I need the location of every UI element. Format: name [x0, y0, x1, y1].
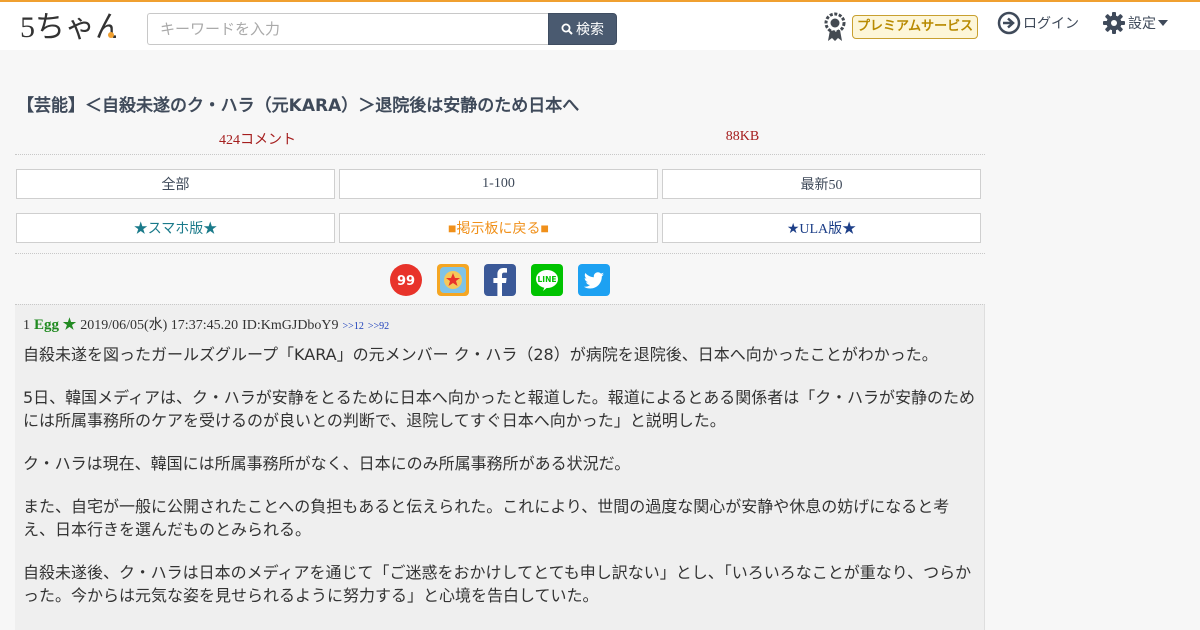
twitter-icon[interactable]: [578, 264, 610, 296]
ichigo-icon[interactable]: 99: [390, 264, 422, 296]
social-share-bar: 99 LINE: [15, 264, 985, 296]
divider: [15, 253, 985, 254]
poster-name[interactable]: Egg ★: [34, 315, 76, 334]
svg-text:99: 99: [397, 274, 415, 289]
post-header: 1 Egg ★ 2019/06/05(水) 17:37:45.20 ID:KmG…: [23, 314, 976, 334]
search-button-label: 検索: [576, 22, 604, 38]
settings-menu[interactable]: 設定: [1102, 11, 1168, 35]
post-paragraph: 5日、韓国メディアは、ク・ハラが安静をとるために日本へ向かったと報道した。報道に…: [23, 388, 975, 430]
show-all-button[interactable]: 全部: [16, 169, 335, 199]
reply-link-12[interactable]: >>12: [343, 321, 364, 332]
nav-row-2: ★スマホ版★ ■掲示板に戻る■ ★ULA版★: [16, 213, 985, 243]
premium-button-label: プレミアムサービス: [852, 15, 979, 39]
post-number: 1: [23, 318, 30, 333]
settings-label: 設定: [1128, 16, 1156, 32]
divider: [15, 154, 985, 155]
premium-service[interactable]: プレミアムサービス: [822, 12, 979, 42]
line-glyph: LINE: [536, 270, 558, 291]
login-button[interactable]: ログイン: [997, 11, 1079, 35]
thread-content: 【芸能】＜自殺未遂のク・ハラ（元KARA）＞退院後は安静のため日本へ 424コメ…: [15, 80, 985, 630]
login-label: ログイン: [1023, 16, 1079, 32]
search-input[interactable]: [147, 13, 549, 45]
smartphone-version-button[interactable]: ★スマホ版★: [16, 213, 335, 243]
reply-link-92[interactable]: >>92: [368, 321, 389, 332]
facebook-glyph: [493, 268, 507, 296]
search-button[interactable]: 検索: [548, 13, 617, 45]
post-datetime: 2019/06/05(水) 17:37:45.20: [80, 318, 239, 333]
poster-id[interactable]: ID:KmGJDboY9: [242, 318, 338, 334]
logo-text: 5ちゃんねる: [20, 11, 116, 42]
post-paragraph: 自殺未遂を図ったガールズグループ「KARA」の元メンバー ク・ハラ（28）が病院…: [23, 345, 938, 364]
top-bar: 5ちゃんねる 検索 プレミアムサービス ログイン: [0, 0, 1200, 50]
bookmark-icon[interactable]: [437, 264, 469, 296]
svg-text:LINE: LINE: [538, 275, 557, 284]
login-icon: [997, 11, 1021, 35]
post-paragraph: ク・ハラは現在、韓国には所属事務所がなく、日本にのみ所属事務所がある状況だ。: [23, 454, 631, 473]
ichigo-glyph: 99: [397, 274, 415, 289]
post-1: 1 Egg ★ 2019/06/05(水) 17:37:45.20 ID:KmG…: [15, 304, 985, 630]
post-paragraph: また、自宅が一般に公開されたことへの負担もあると伝えられた。これにより、世間の過…: [23, 497, 950, 539]
facebook-icon[interactable]: [484, 264, 516, 296]
post-paragraph: 自殺未遂後、ク・ハラは日本のメディアを通じて「ご迷惑をおかけしてとても申し訳ない…: [23, 563, 972, 605]
nav-row-1: 全部 1-100 最新50: [16, 169, 985, 199]
comment-count: 424コメント: [219, 133, 296, 148]
thread-stats: 424コメント 88KB: [15, 129, 985, 149]
gear-icon: [1103, 12, 1125, 34]
site-logo[interactable]: 5ちゃんねる: [20, 10, 116, 42]
line-icon[interactable]: LINE: [531, 264, 563, 296]
latest-50-button[interactable]: 最新50: [662, 169, 981, 199]
bookmark-glyph: [440, 267, 466, 293]
logo-dot: [108, 32, 114, 38]
search-icon: [561, 23, 573, 35]
award-ribbon-icon: [824, 12, 846, 41]
back-to-board-button[interactable]: ■掲示板に戻る■: [339, 213, 658, 243]
range-1-100-button[interactable]: 1-100: [339, 169, 658, 199]
thread-size: 88KB: [725, 129, 760, 144]
post-body: 自殺未遂を図ったガールズグループ「KARA」の元メンバー ク・ハラ（28）が病院…: [23, 343, 976, 607]
thread-title: 【芸能】＜自殺未遂のク・ハラ（元KARA）＞退院後は安静のため日本へ: [17, 96, 580, 116]
ula-version-button[interactable]: ★ULA版★: [662, 213, 981, 243]
caret-down-icon: [1158, 20, 1168, 26]
twitter-glyph: [583, 272, 604, 289]
